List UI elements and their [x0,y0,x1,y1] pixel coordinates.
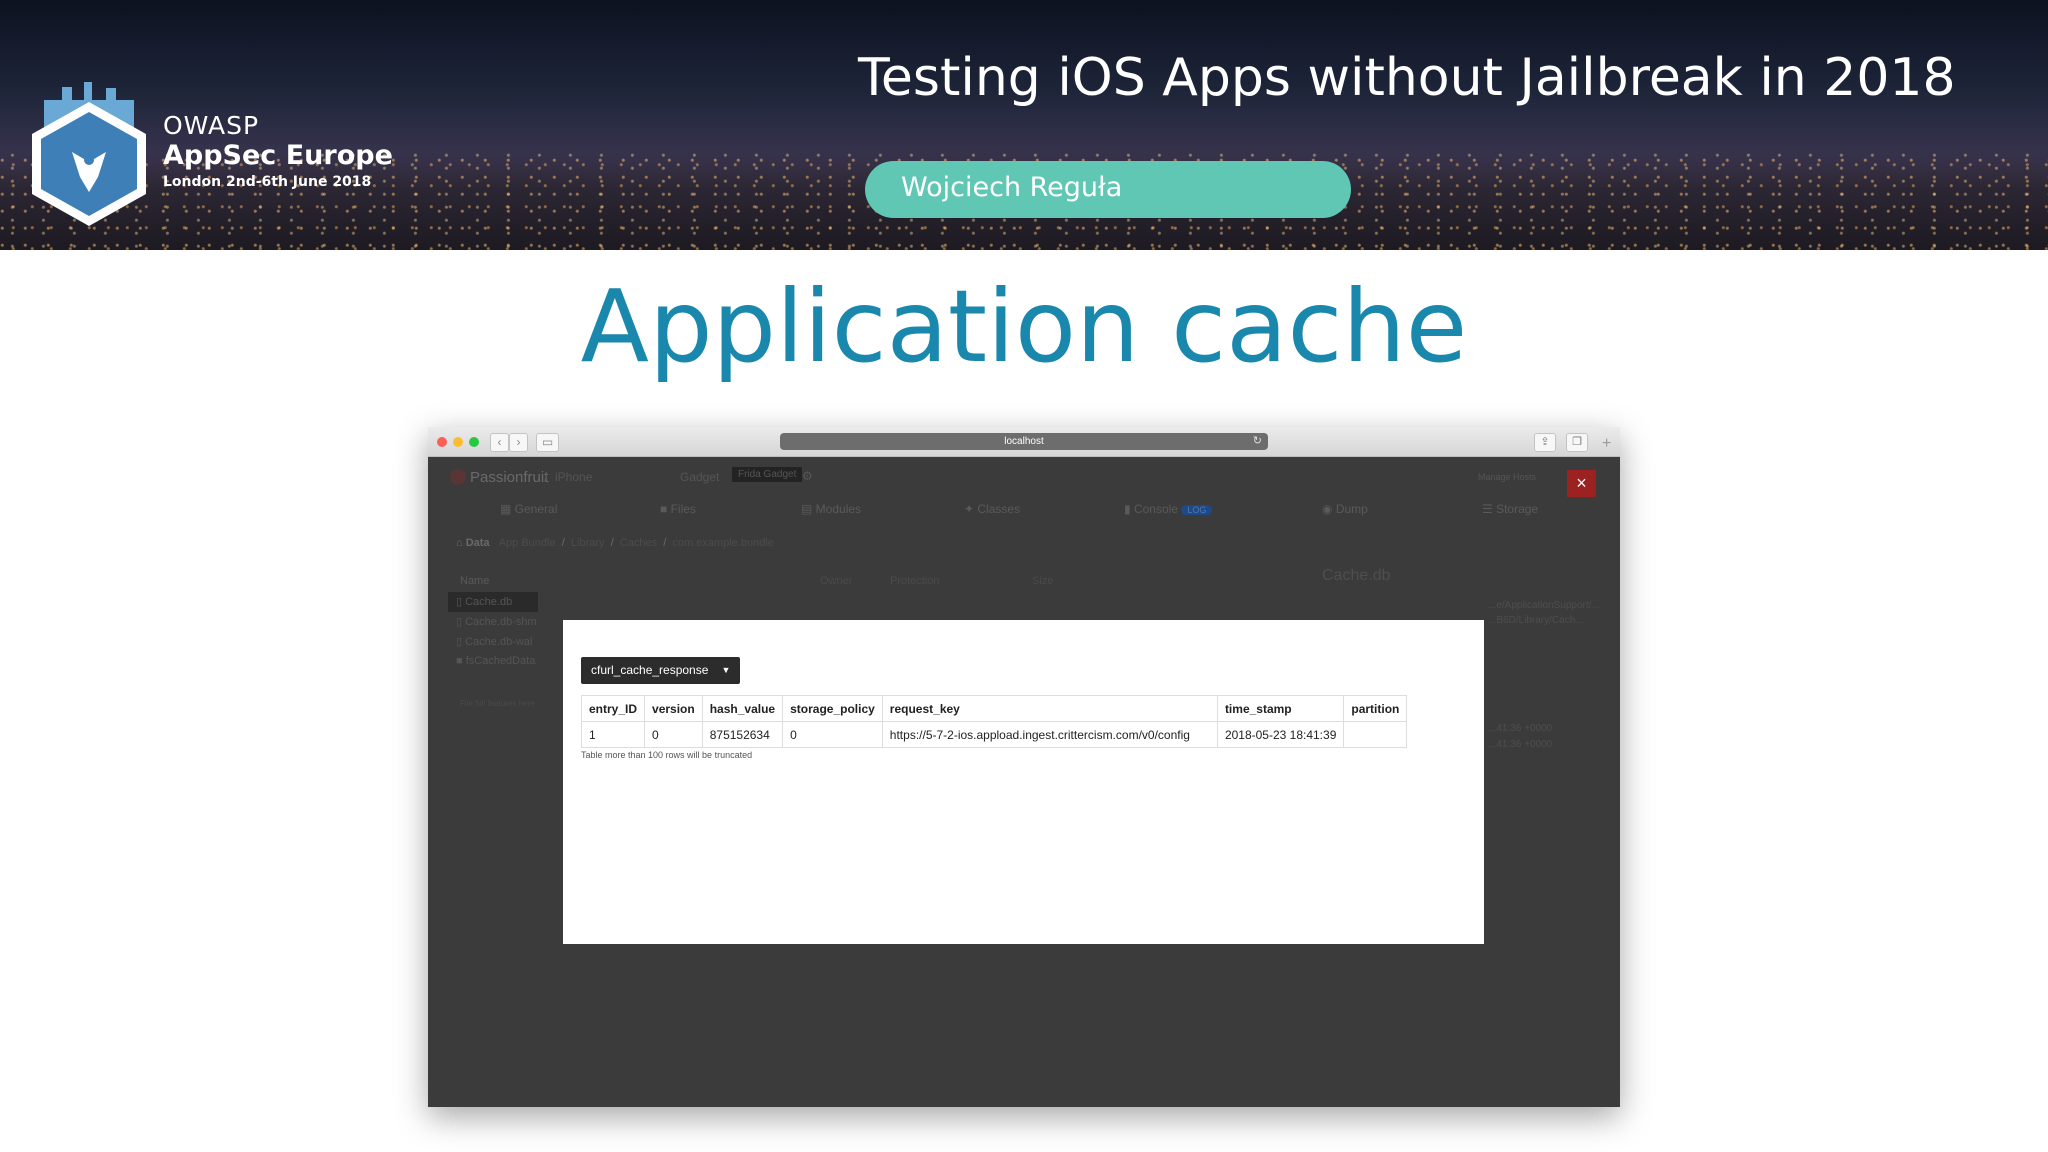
tabs-icon[interactable]: ❐ [1566,433,1588,452]
brand-name[interactable]: Passionfruit [470,469,548,486]
file-icon: ▯ [456,636,466,648]
files-breadcrumb: ⌂ Data App Bundle / Library / Caches / c… [456,537,774,549]
folder-row[interactable]: ■ fsCachedData [456,655,535,667]
table-cell: 1 [580,721,646,748]
reload-icon[interactable]: ↻ [1253,433,1262,450]
breadcrumb-caches[interactable]: Caches [620,537,657,549]
slide-title: Application cache [580,268,1468,385]
owasp-logo-icon [32,82,146,226]
table-cell: 2018-05-23 18:41:39 [1216,721,1345,748]
selected-table-label: cfurl_cache_response [591,663,709,677]
file-row[interactable]: ▯ Cache.db-shm [456,615,537,628]
url-text: localhost [1004,436,1044,447]
new-tab-icon[interactable]: + [1602,435,1611,453]
logo-event: AppSec Europe [163,140,393,171]
side-panel-title: Cache.db [1322,567,1391,584]
tab-classes[interactable]: ✦ Classes [964,502,1020,516]
side-timestamp: ...41:36 +0000 [1488,739,1553,750]
sqlite-viewer-modal: cfurl_cache_response ▼ entry_ID version … [563,620,1484,944]
classes-icon: ✦ [964,502,978,516]
general-icon: ▦ [500,502,515,516]
side-path-line: ...B6D/Library/Cach... [1488,615,1584,626]
table-cell: 0 [782,721,883,748]
file-row[interactable]: ▯ Cache.db [456,595,512,608]
breadcrumb-app-bundle[interactable]: App Bundle [499,537,556,549]
manage-hosts-link[interactable]: Manage Hosts [1478,472,1536,482]
table-select-dropdown[interactable]: cfurl_cache_response ▼ [581,657,741,684]
truncation-note: Table more than 100 rows will be truncat… [581,750,753,760]
owasp-logo-text: OWASP AppSec Europe London 2nd-6th June … [163,112,393,192]
device-name[interactable]: iPhone [555,470,592,484]
close-window-button[interactable] [437,437,447,447]
table-header-row: entry_ID version hash_value storage_poli… [580,695,1408,722]
column-header: storage_policy [782,695,883,722]
table-cell: https://5-7-2-ios.appload.ingest.critter… [881,721,1218,748]
table-cell [1343,721,1408,748]
home-icon: ⌂ [456,537,466,549]
tab-dump[interactable]: ◉ Dump [1322,502,1368,516]
file-row[interactable]: ▯ Cache.db-wal [456,635,532,648]
storage-icon: ☰ [1482,502,1497,516]
eye-icon: ◉ [1322,502,1336,516]
column-protection: Protection [890,575,940,587]
tab-storage[interactable]: ☰ Storage [1482,502,1538,516]
column-name[interactable]: Name [460,575,489,587]
column-header: version [644,695,703,722]
breadcrumb-bundle[interactable]: com.example.bundle [672,537,774,549]
speaker-pill: Wojciech Reguła [865,161,1351,218]
column-header: entry_ID [580,695,646,722]
tab-console[interactable]: ▮ Console LOG [1124,502,1213,516]
mode-label: Gadget [680,470,720,484]
forward-icon[interactable]: › [509,433,528,452]
folder-icon: ■ [456,655,466,667]
column-header: partition [1343,695,1408,722]
talk-title: Testing iOS Apps without Jailbreak in 20… [858,48,1956,108]
caret-down-icon: ▼ [721,665,731,675]
table-cell: 0 [644,721,703,748]
file-icon: ▯ [456,616,466,628]
brand-logo-icon [450,469,466,485]
side-timestamp: ...41:36 +0000 [1488,723,1553,734]
back-icon[interactable]: ‹ [490,433,509,452]
column-owner: Owner [820,575,853,587]
modal-close-button[interactable]: × [1567,470,1596,497]
speaker-name: Wojciech Reguła [901,172,1123,203]
zoom-window-button[interactable] [469,437,479,447]
file-icon: ▯ [456,596,466,608]
column-size: Size [1032,575,1054,587]
column-header: time_stamp [1216,695,1345,722]
side-path-line: ...e/ApplicationSupport/... [1488,600,1600,611]
minimize-window-button[interactable] [453,437,463,447]
settings-icon[interactable]: ⚙ [802,469,813,483]
sidebar-icon[interactable]: ▭ [536,433,559,452]
modules-icon: ▤ [801,502,816,516]
tab-files[interactable]: ■ Files [660,502,696,516]
column-header: hash_value [701,695,784,722]
console-badge: LOG [1181,505,1213,515]
cache-table: entry_ID version hash_value storage_poli… [580,695,1408,748]
table-row: 1 0 875152634 0 https://5-7-2-ios.apploa… [580,721,1408,748]
console-icon: ▮ [1124,502,1134,516]
features-note: File full features here [460,699,535,708]
browser-toolbar: ‹ › ▭ localhost ↻ ⇪ ❐ + [428,427,1620,457]
breadcrumb-library[interactable]: Library [571,537,605,549]
tab-modules[interactable]: ▤ Modules [801,502,861,516]
conference-banner: OWASP AppSec Europe London 2nd-6th June … [0,0,2048,250]
logo-org: OWASP [163,111,260,140]
column-header: request_key [881,695,1218,722]
breadcrumb-data[interactable]: Data [466,537,490,549]
logo-date: London 2nd-6th June 2018 [163,174,372,190]
mode-badge: Frida Gadget [732,467,803,482]
tab-general[interactable]: ▦ General [500,502,557,516]
share-icon[interactable]: ⇪ [1534,433,1556,452]
breadcrumb-separator: / [544,471,548,485]
address-bar[interactable]: localhost ↻ [780,433,1268,450]
table-cell: 875152634 [701,721,784,748]
folder-icon: ■ [660,502,671,516]
